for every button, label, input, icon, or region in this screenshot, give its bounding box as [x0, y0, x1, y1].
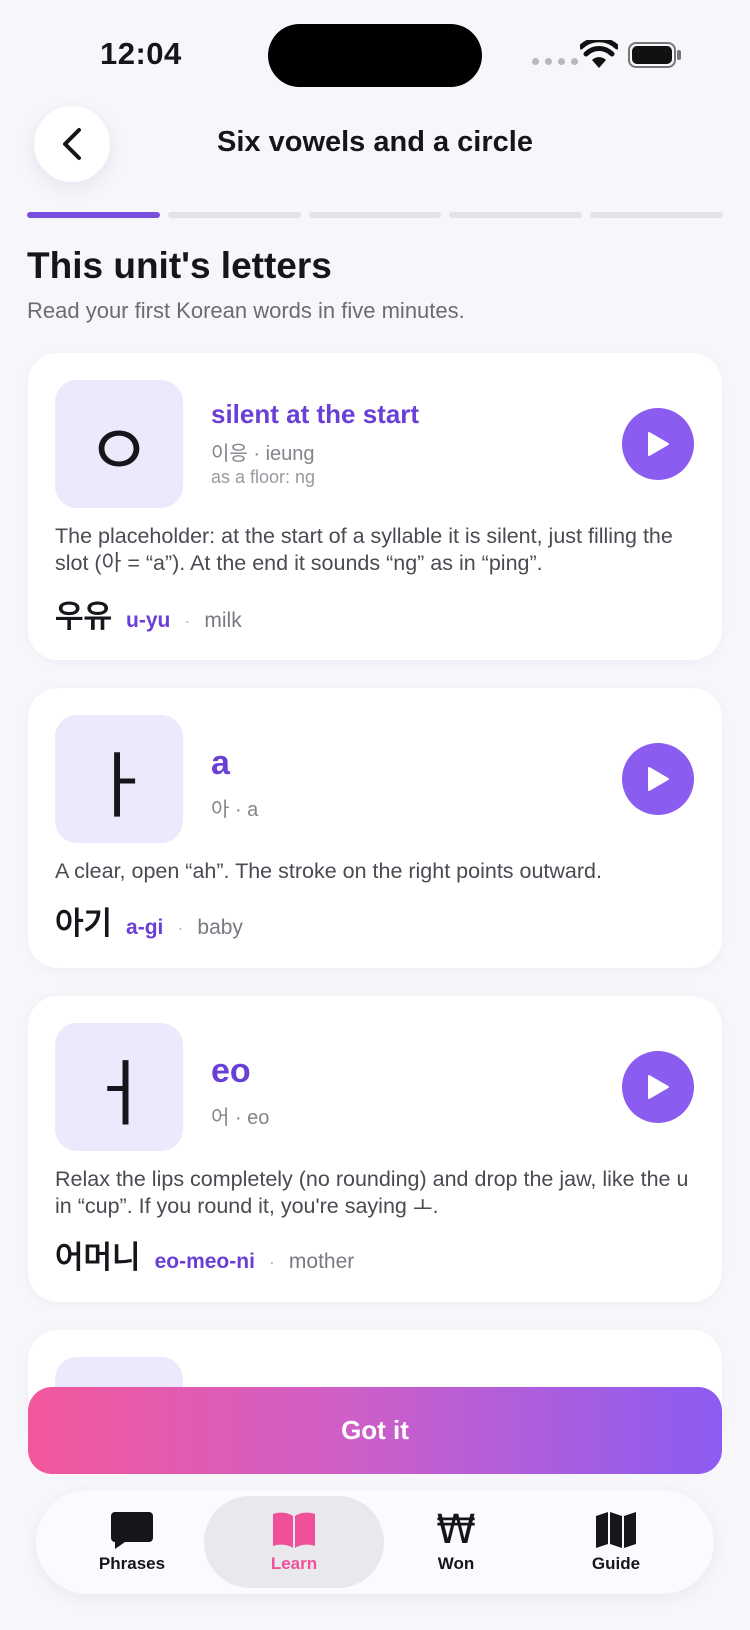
example-separator: · [177, 918, 184, 938]
tab-guide[interactable]: Guide [526, 1496, 706, 1588]
won-sign-icon: ₩ [436, 1507, 476, 1553]
letter-description: A clear, open “ah”. The stroke on the ri… [55, 859, 602, 883]
tab-won[interactable]: ₩ Won [366, 1496, 546, 1588]
letter-name: a [211, 744, 230, 782]
progress-segment [27, 212, 160, 218]
example-romanization: u-yu [126, 609, 171, 632]
example-romanization: a-gi [126, 916, 164, 939]
example-romanization: eo-meo-ni [154, 1250, 255, 1273]
progress-segment [449, 212, 583, 218]
example-word: 아기 a-gi · baby [55, 898, 243, 943]
letter-glyph: ㅇ [55, 380, 183, 508]
progress-segment [167, 212, 301, 218]
play-icon [648, 432, 669, 456]
tab-label: Learn [270, 1554, 318, 1573]
speech-bubble-icon [111, 1512, 153, 1549]
letter-meta-secondary: as a floor: ng [211, 467, 316, 487]
play-icon [648, 1075, 669, 1099]
progress-segment [308, 212, 442, 218]
letter-description: Relax the lips completely (no rounding) … [55, 1167, 689, 1218]
example-meaning: baby [197, 916, 243, 939]
letter-meta: 어 · eo [211, 1107, 270, 1129]
map-icon [596, 1512, 636, 1548]
tab-learn[interactable]: Learn [204, 1496, 384, 1588]
tab-label: Guide [591, 1554, 641, 1573]
tab-label: Phrases [98, 1554, 166, 1573]
example-korean: 아기 [55, 906, 113, 942]
example-separator: · [184, 611, 191, 631]
example-word: 어머니 eo-meo-ni · mother [55, 1232, 354, 1277]
tab-bar: Phrases Learn ₩ Won Guide [36, 1490, 714, 1594]
letter-glyph: ㅓ [55, 1023, 183, 1151]
letter-name: eo [211, 1052, 251, 1090]
battery-icon [628, 42, 681, 68]
got-it-button[interactable]: Got it [28, 1387, 722, 1474]
example-meaning: mother [288, 1250, 355, 1273]
status-bar: 12:04 [0, 0, 750, 100]
section-title: This unit's letters [27, 245, 332, 286]
letter-card: ㅏ a 아 · a A clear, open “ah”. The stroke… [28, 688, 722, 968]
page-title: Six vowels and a circle [217, 126, 533, 158]
letter-meta: 아 · a [211, 799, 259, 821]
example-separator: · [268, 1252, 275, 1272]
letter-name: silent at the start [211, 399, 420, 429]
example-korean: 우유 [55, 599, 113, 635]
tab-label: Won [437, 1554, 475, 1573]
letter-description: The placeholder: at the start of a sylla… [55, 524, 673, 575]
letter-card: ㅓ eo 어 · eo Relax the lips completely (n… [28, 996, 722, 1302]
play-icon [648, 767, 669, 791]
play-audio-button[interactable] [622, 743, 694, 815]
play-audio-button[interactable] [622, 1051, 694, 1123]
wifi-icon [580, 40, 618, 68]
tab-phrases[interactable]: Phrases [42, 1496, 222, 1588]
play-audio-button[interactable] [622, 408, 694, 480]
letter-glyph: ㅏ [55, 715, 183, 843]
section-subtitle: Read your first Korean words in five min… [27, 298, 465, 323]
status-time: 12:04 [100, 36, 182, 71]
dynamic-island [268, 24, 482, 87]
letter-card: ㅇ silent at the start 이응 · ieung as a fl… [28, 353, 722, 660]
letter-meta: 이응 · ieung [211, 443, 315, 465]
example-korean: 어머니 [55, 1240, 141, 1276]
example-meaning: milk [204, 609, 242, 632]
book-icon [273, 1512, 315, 1548]
example-word: 우유 u-yu · milk [55, 591, 242, 636]
progress-segment [590, 212, 723, 218]
cellular-signal-icon [532, 58, 578, 65]
lesson-progress [27, 212, 723, 218]
